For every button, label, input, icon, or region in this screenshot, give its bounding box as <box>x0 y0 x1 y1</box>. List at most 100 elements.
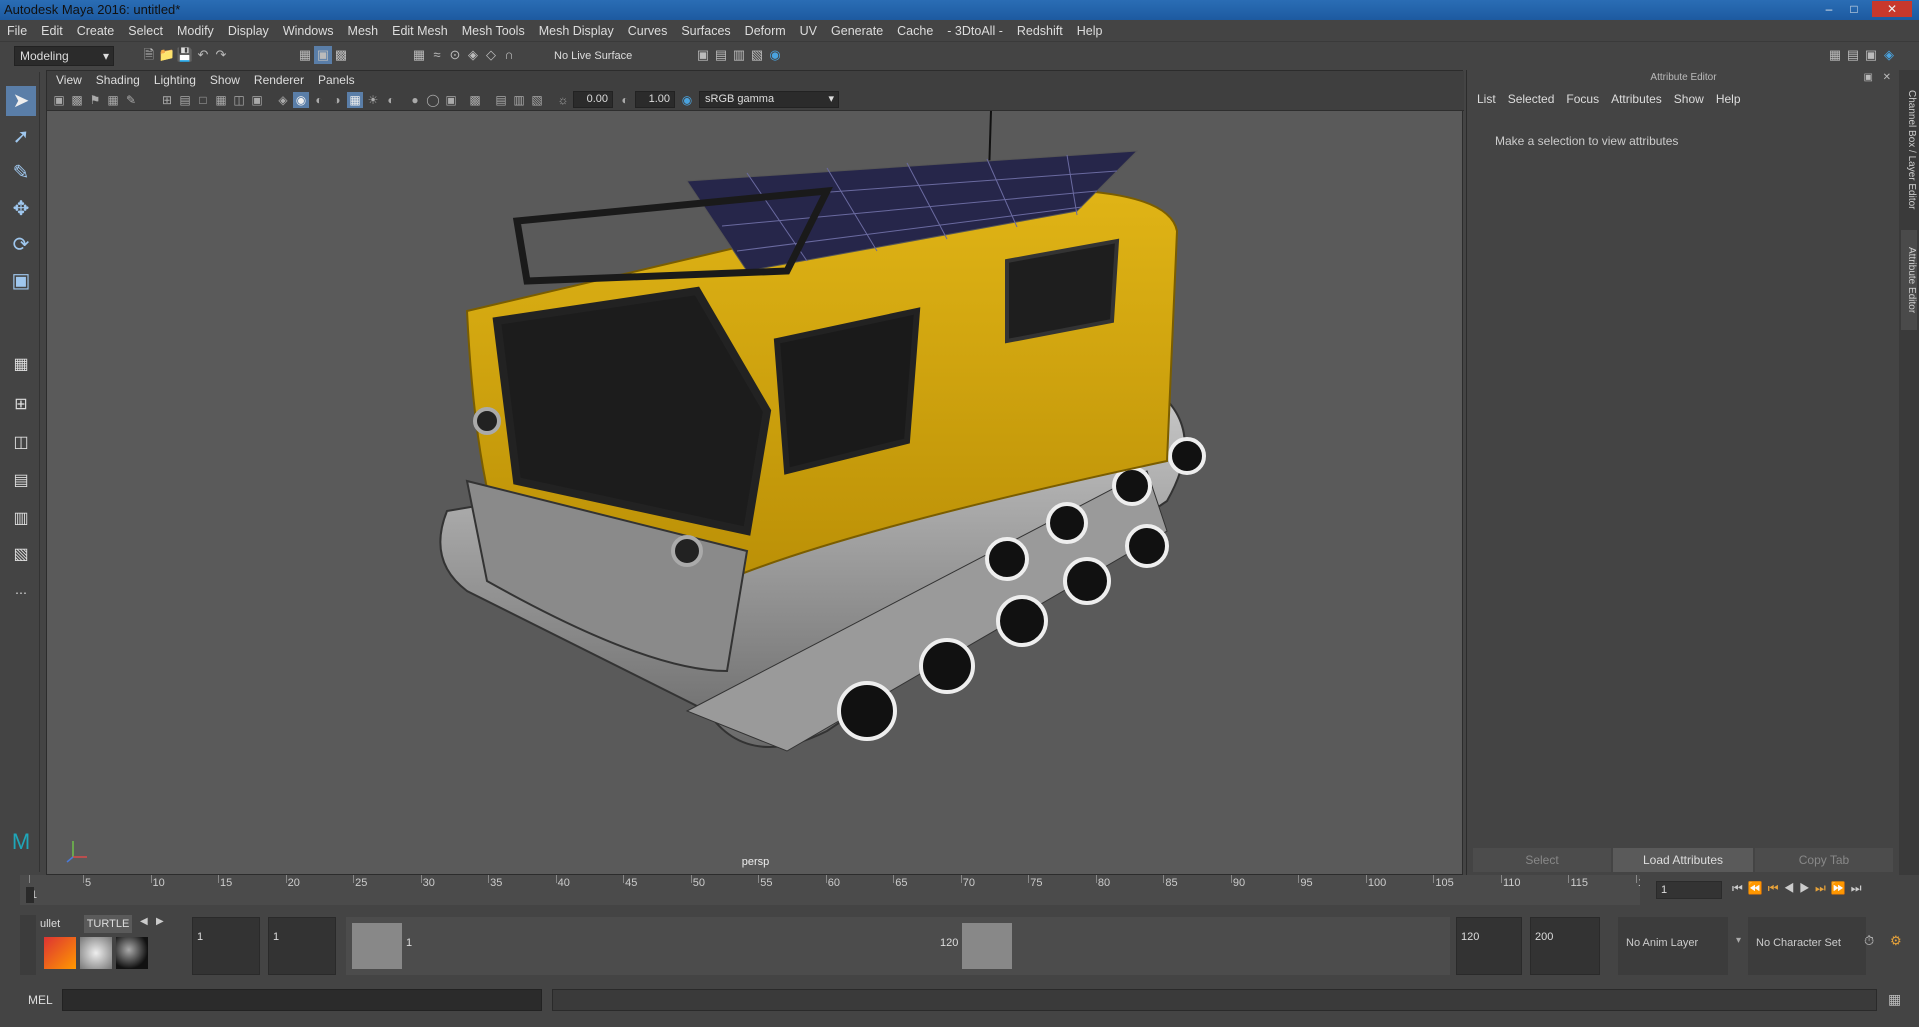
menu-redshift[interactable]: Redshift <box>1010 20 1070 42</box>
anti-aliasing-icon[interactable]: ▣ <box>443 92 459 108</box>
menu-uv[interactable]: UV <box>793 20 824 42</box>
snap-surface-icon[interactable]: ◇ <box>482 46 500 64</box>
gate-mask-icon[interactable]: ▦ <box>213 92 229 108</box>
menu-surfaces[interactable]: Surfaces <box>674 20 737 42</box>
menu-mesh-tools[interactable]: Mesh Tools <box>455 20 532 42</box>
vp-menu-lighting[interactable]: Lighting <box>147 71 203 89</box>
vp-menu-shading[interactable]: Shading <box>89 71 147 89</box>
chevron-down-icon[interactable]: ▾ <box>1736 935 1741 946</box>
menu-edit[interactable]: Edit <box>34 20 70 42</box>
play-backward-icon[interactable]: ◀ <box>1784 881 1800 895</box>
film-gate-icon[interactable]: ▤ <box>177 92 193 108</box>
shelf-tab-bullet[interactable]: ullet <box>40 915 76 933</box>
step-forward-key-icon[interactable]: ⏭ <box>1815 881 1831 895</box>
range-end-handle[interactable] <box>962 923 1012 969</box>
character-set-dropdown[interactable]: No Character Set <box>1748 917 1866 975</box>
gamma-field[interactable]: 1.00 <box>635 91 675 108</box>
playback-end-field[interactable]: 120 <box>1456 917 1522 975</box>
playback-start-field[interactable]: 1 <box>268 917 336 975</box>
wireframe-icon[interactable]: ◈ <box>275 92 291 108</box>
persp-hypershade-layout-icon[interactable]: ▥ <box>6 504 36 534</box>
menu-cache[interactable]: Cache <box>890 20 940 42</box>
open-scene-icon[interactable]: 📁 <box>158 46 176 64</box>
paint-select-tool-icon[interactable]: ✎ <box>6 158 36 188</box>
xray-components-icon[interactable]: ▧ <box>529 92 545 108</box>
wireframe-on-shaded-icon[interactable]: ◑ <box>329 92 345 108</box>
ae-menu-show[interactable]: Show <box>1668 92 1710 106</box>
menu-3dtoall[interactable]: - 3DtoAll - <box>940 20 1010 42</box>
maximize-button[interactable]: □ <box>1845 1 1863 17</box>
snow-tracker-vehicle-model[interactable] <box>47 111 1464 856</box>
animation-start-field[interactable]: 1 <box>192 917 260 975</box>
attribute-editor-toggle-icon[interactable]: ▤ <box>1844 46 1862 64</box>
float-panel-icon[interactable]: ▣ <box>1864 72 1873 83</box>
field-chart-icon[interactable]: ◫ <box>231 92 247 108</box>
smooth-shade-icon[interactable]: ◉ <box>293 92 309 108</box>
motion-blur-icon[interactable]: ◯ <box>425 92 441 108</box>
xray-icon[interactable]: ▤ <box>493 92 509 108</box>
textured-icon[interactable]: ▦ <box>347 92 363 108</box>
command-language-label[interactable]: MEL <box>28 993 53 1007</box>
step-forward-icon[interactable]: ⏩ <box>1831 881 1851 895</box>
grid-icon[interactable]: ⊞ <box>159 92 175 108</box>
single-perspective-layout-icon[interactable]: ▦ <box>6 350 36 380</box>
select-camera-icon[interactable]: ▣ <box>51 92 67 108</box>
ae-menu-help[interactable]: Help <box>1710 92 1747 106</box>
go-to-start-icon[interactable]: ⏮ <box>1732 881 1748 895</box>
menu-generate[interactable]: Generate <box>824 20 890 42</box>
bookmark-icon[interactable]: ⚑ <box>87 92 103 108</box>
hypershade-icon[interactable]: ◉ <box>766 46 784 64</box>
lasso-tool-icon[interactable]: ➚ <box>6 122 36 152</box>
modeling-toolkit-icon[interactable]: ▦ <box>1826 46 1844 64</box>
menu-display[interactable]: Display <box>221 20 276 42</box>
undo-icon[interactable]: ↶ <box>194 46 212 64</box>
shelf-tab-prev-icon[interactable]: ◀ <box>140 916 148 927</box>
ae-menu-list[interactable]: List <box>1471 92 1502 106</box>
more-layouts-icon[interactable]: ⋯ <box>6 578 36 608</box>
command-input[interactable] <box>62 989 542 1011</box>
snap-magnet-icon[interactable]: ∩ <box>500 46 518 64</box>
menu-edit-mesh[interactable]: Edit Mesh <box>385 20 455 42</box>
color-space-dropdown[interactable]: sRGB gamma ▾ <box>699 91 839 108</box>
ae-select-button[interactable]: Select <box>1473 848 1611 872</box>
menu-mesh[interactable]: Mesh <box>341 20 386 42</box>
render-frame-icon[interactable]: ▤ <box>712 46 730 64</box>
auto-key-icon[interactable]: ⏱ <box>1864 933 1874 949</box>
go-to-end-icon[interactable]: ⏭ <box>1851 881 1867 895</box>
turtle-render-icon[interactable] <box>44 937 76 969</box>
isolate-select-icon[interactable]: ▩ <box>467 92 483 108</box>
live-surface-field[interactable]: No Live Surface <box>550 46 660 66</box>
exposure-icon[interactable]: ☼ <box>555 92 571 108</box>
ipr-render-icon[interactable]: ▥ <box>730 46 748 64</box>
ae-menu-attributes[interactable]: Attributes <box>1605 92 1668 106</box>
close-button[interactable]: ✕ <box>1872 1 1912 17</box>
play-forward-icon[interactable]: ▶ <box>1799 881 1815 895</box>
default-material-icon[interactable]: ◐ <box>311 92 327 108</box>
view-transform-icon[interactable]: ◉ <box>679 92 695 108</box>
tab-attribute-editor[interactable]: Attribute Editor <box>1901 230 1917 330</box>
select-object-icon[interactable]: ▣ <box>314 46 332 64</box>
menu-select[interactable]: Select <box>121 20 170 42</box>
turtle-bake-icon[interactable] <box>80 937 112 969</box>
step-back-key-icon[interactable]: ⏮ <box>1768 881 1784 895</box>
snap-view-icon[interactable]: ◈ <box>464 46 482 64</box>
vp-menu-view[interactable]: View <box>49 71 89 89</box>
range-slider-track[interactable]: 1 120 <box>346 917 1450 975</box>
screen-space-ao-icon[interactable]: ● <box>407 92 423 108</box>
turtle-surface-icon[interactable] <box>116 937 148 969</box>
shelf-tab-turtle[interactable]: TURTLE <box>84 915 132 933</box>
current-time-marker[interactable] <box>26 887 34 903</box>
range-start-handle[interactable] <box>352 923 402 969</box>
render-view-icon[interactable]: ▣ <box>694 46 712 64</box>
ae-menu-selected[interactable]: Selected <box>1502 92 1561 106</box>
shelf-tab-next-icon[interactable]: ▶ <box>156 916 164 927</box>
minimize-button[interactable]: – <box>1820 1 1838 17</box>
menu-deform[interactable]: Deform <box>738 20 793 42</box>
menu-create[interactable]: Create <box>70 20 122 42</box>
vp-menu-renderer[interactable]: Renderer <box>247 71 311 89</box>
step-back-icon[interactable]: ⏪ <box>1748 881 1768 895</box>
mode-dropdown[interactable]: Modeling ▾ <box>14 46 114 66</box>
current-frame-field[interactable]: 1 <box>1656 881 1722 899</box>
select-component-icon[interactable]: ▩ <box>332 46 350 64</box>
save-scene-icon[interactable]: 💾 <box>176 46 194 64</box>
